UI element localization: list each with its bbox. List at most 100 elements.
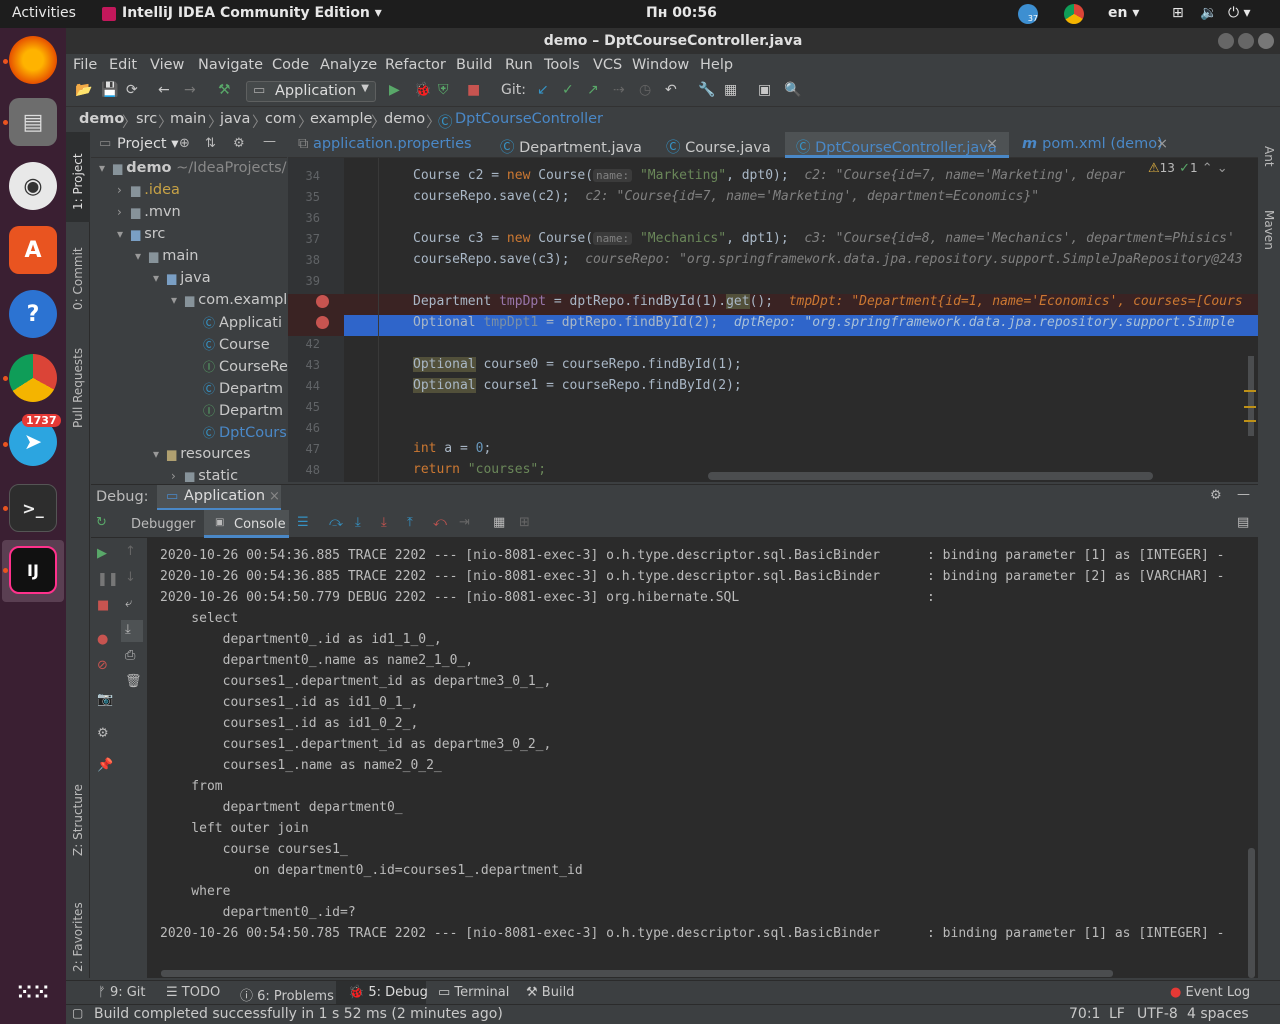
maximize-button[interactable] <box>1238 33 1254 49</box>
stop-icon[interactable]: ■ <box>97 598 109 613</box>
breakpoint-icon[interactable] <box>316 316 329 329</box>
menu-tools[interactable]: Tools <box>544 57 580 73</box>
run-to-cursor-icon[interactable]: ⇥ <box>459 515 470 530</box>
software-center-icon[interactable]: A <box>9 226 57 274</box>
drop-frame-icon[interactable]: ⤺ <box>433 515 447 530</box>
network-icon[interactable]: ⊞ <box>1172 5 1184 21</box>
menu-vcs[interactable]: VCS <box>593 57 622 73</box>
view-breakpoints-icon[interactable]: ● <box>97 632 108 647</box>
breakpoint-icon[interactable] <box>316 295 329 308</box>
tab-todo[interactable]: ☰ TODO <box>166 985 220 1000</box>
tree-item[interactable]: ▾ ▆ demo ~/IdeaProjects/ <box>99 160 287 176</box>
tab-commit[interactable]: 0: Commit <box>71 247 85 310</box>
expand-arrow-icon[interactable]: ▾ <box>171 293 185 307</box>
tree-item[interactable]: ▾ ▆ resources <box>153 446 251 462</box>
menu-code[interactable]: Code <box>272 57 309 73</box>
tab-git[interactable]: ᚠ 9: Git <box>98 985 146 1000</box>
hide-icon[interactable]: — <box>263 134 276 149</box>
menu-run[interactable]: Run <box>505 57 533 73</box>
power-icon[interactable]: ⏻ ▾ <box>1228 5 1251 21</box>
tree-item[interactable]: Ⓒ Departm <box>189 380 283 397</box>
collapse-icon[interactable]: ⇅ <box>205 136 216 151</box>
breadcrumb-demo[interactable]: demo <box>79 111 124 127</box>
down-icon[interactable]: ↓ <box>125 570 136 585</box>
presentation-icon[interactable]: ▣ <box>758 82 771 98</box>
run-icon[interactable]: ▶ <box>389 82 400 98</box>
pause-icon[interactable]: ❚❚ <box>97 572 119 587</box>
terminal-icon[interactable]: >_ <box>9 484 57 532</box>
print-icon[interactable]: ⎙ <box>125 648 135 663</box>
forward-icon[interactable]: → <box>184 82 196 98</box>
tree-item[interactable]: Ⓘ CourseRe <box>189 358 287 375</box>
tree-item[interactable]: ▾ ▆ main <box>135 248 198 264</box>
menu-view[interactable]: View <box>150 57 184 73</box>
vertical-scrollbar[interactable] <box>1248 356 1254 436</box>
expand-arrow-icon[interactable]: ▾ <box>117 227 131 241</box>
tree-item[interactable]: ▾ ▆ java <box>153 270 211 286</box>
expand-arrow-icon[interactable]: ▾ <box>99 161 113 175</box>
firefox-icon[interactable] <box>9 36 57 84</box>
tab-favorites[interactable]: 2: Favorites <box>71 902 85 972</box>
step-over-icon[interactable]: ⤓ <box>355 515 361 530</box>
tab-ant[interactable]: Ant <box>1262 146 1276 167</box>
breadcrumb-java[interactable]: java <box>220 111 250 127</box>
pin-icon[interactable]: 📌 <box>97 758 113 773</box>
chrome-icon[interactable] <box>9 354 57 402</box>
console-horizontal-scrollbar[interactable] <box>161 970 1113 977</box>
close-tab-icon[interactable]: × <box>1156 136 1168 152</box>
menu-refactor[interactable]: Refactor <box>385 57 446 73</box>
expand-arrow-icon[interactable]: › <box>117 183 131 197</box>
volume-icon[interactable]: 🔉 <box>1200 5 1217 21</box>
tab-department[interactable]: Ⓒ Department.java <box>500 136 642 157</box>
search-icon[interactable]: 🔍 <box>784 82 801 98</box>
project-view-selector[interactable]: Project ▾ <box>117 136 179 152</box>
tab-course[interactable]: Ⓒ Course.java <box>666 136 771 157</box>
file-encoding[interactable]: UTF-8 <box>1137 1006 1178 1022</box>
tree-item[interactable]: › ▆ .idea <box>117 182 180 198</box>
show-apps-icon[interactable]: ⁙⁙ <box>9 968 57 1016</box>
expand-arrow-icon[interactable]: ▾ <box>153 271 167 285</box>
git-update-icon[interactable]: ↙ <box>537 82 549 98</box>
breadcrumb-com[interactable]: com <box>265 111 296 127</box>
line-separator[interactable]: LF <box>1109 1006 1125 1022</box>
intellij-icon[interactable]: IJ <box>9 546 57 594</box>
rollback-icon[interactable]: ↶ <box>665 82 677 98</box>
show-execution-point-icon[interactable]: ⤼ <box>329 515 343 530</box>
tab-structure[interactable]: Z: Structure <box>71 784 85 856</box>
tab-debugger[interactable]: Debugger <box>131 517 195 532</box>
evaluate-icon[interactable]: ▦ <box>493 515 505 530</box>
prev-icon[interactable]: ⌃ <box>1202 161 1213 176</box>
mute-breakpoints-icon[interactable]: ⊘ <box>97 658 108 673</box>
debug-icon[interactable]: 🐞 <box>414 82 431 98</box>
step-into-icon[interactable]: ⤓ <box>381 515 387 530</box>
hide-panel-icon[interactable]: — <box>1237 487 1250 502</box>
breadcrumb-class[interactable]: DptCourseController <box>455 111 603 127</box>
tab-application-properties[interactable]: ⧉ application.properties <box>298 136 472 152</box>
notification-icon[interactable]: 37 <box>1018 4 1038 24</box>
menu-edit[interactable]: Edit <box>109 57 137 73</box>
up-icon[interactable]: ↑ <box>125 544 136 559</box>
gear-icon[interactable]: ⚙ <box>233 136 245 151</box>
minimize-button[interactable] <box>1218 33 1234 49</box>
code-editor[interactable]: Course c2 = new Course(name: "Marketing"… <box>344 158 1258 482</box>
coverage-icon[interactable]: ⛨ <box>438 82 449 98</box>
tab-pull-requests[interactable]: Pull Requests <box>71 348 85 428</box>
tree-item[interactable]: › ▆ .mvn <box>117 204 181 220</box>
resume-icon[interactable]: ▶ <box>97 546 107 561</box>
tree-item[interactable]: Ⓒ Course <box>189 336 270 353</box>
git-history-icon[interactable]: ◷ <box>639 82 651 98</box>
close-session-icon[interactable]: × <box>269 489 280 504</box>
breadcrumb-main[interactable]: main <box>170 111 206 127</box>
settings-icon[interactable]: ⚙ <box>97 726 109 741</box>
tab-problems[interactable]: ⓘ 6: Problems <box>240 985 334 1004</box>
caret-position[interactable]: 70:1 <box>1069 1006 1100 1022</box>
next-icon[interactable]: ⌄ <box>1213 161 1228 176</box>
status-toggle-icon[interactable]: ▢ <box>72 1006 83 1020</box>
tab-maven[interactable]: Maven <box>1262 210 1276 250</box>
indent-setting[interactable]: 4 spaces <box>1187 1006 1249 1022</box>
horizontal-scrollbar[interactable] <box>708 472 1153 480</box>
tab-event-log[interactable]: ● Event Log <box>1170 985 1250 1000</box>
expand-arrow-icon[interactable]: › <box>117 205 131 219</box>
step-out-icon[interactable]: ⤒ <box>407 515 413 530</box>
console-output[interactable]: 2020-10-26 00:54:36.885 TRACE 2202 --- [… <box>147 538 1258 978</box>
